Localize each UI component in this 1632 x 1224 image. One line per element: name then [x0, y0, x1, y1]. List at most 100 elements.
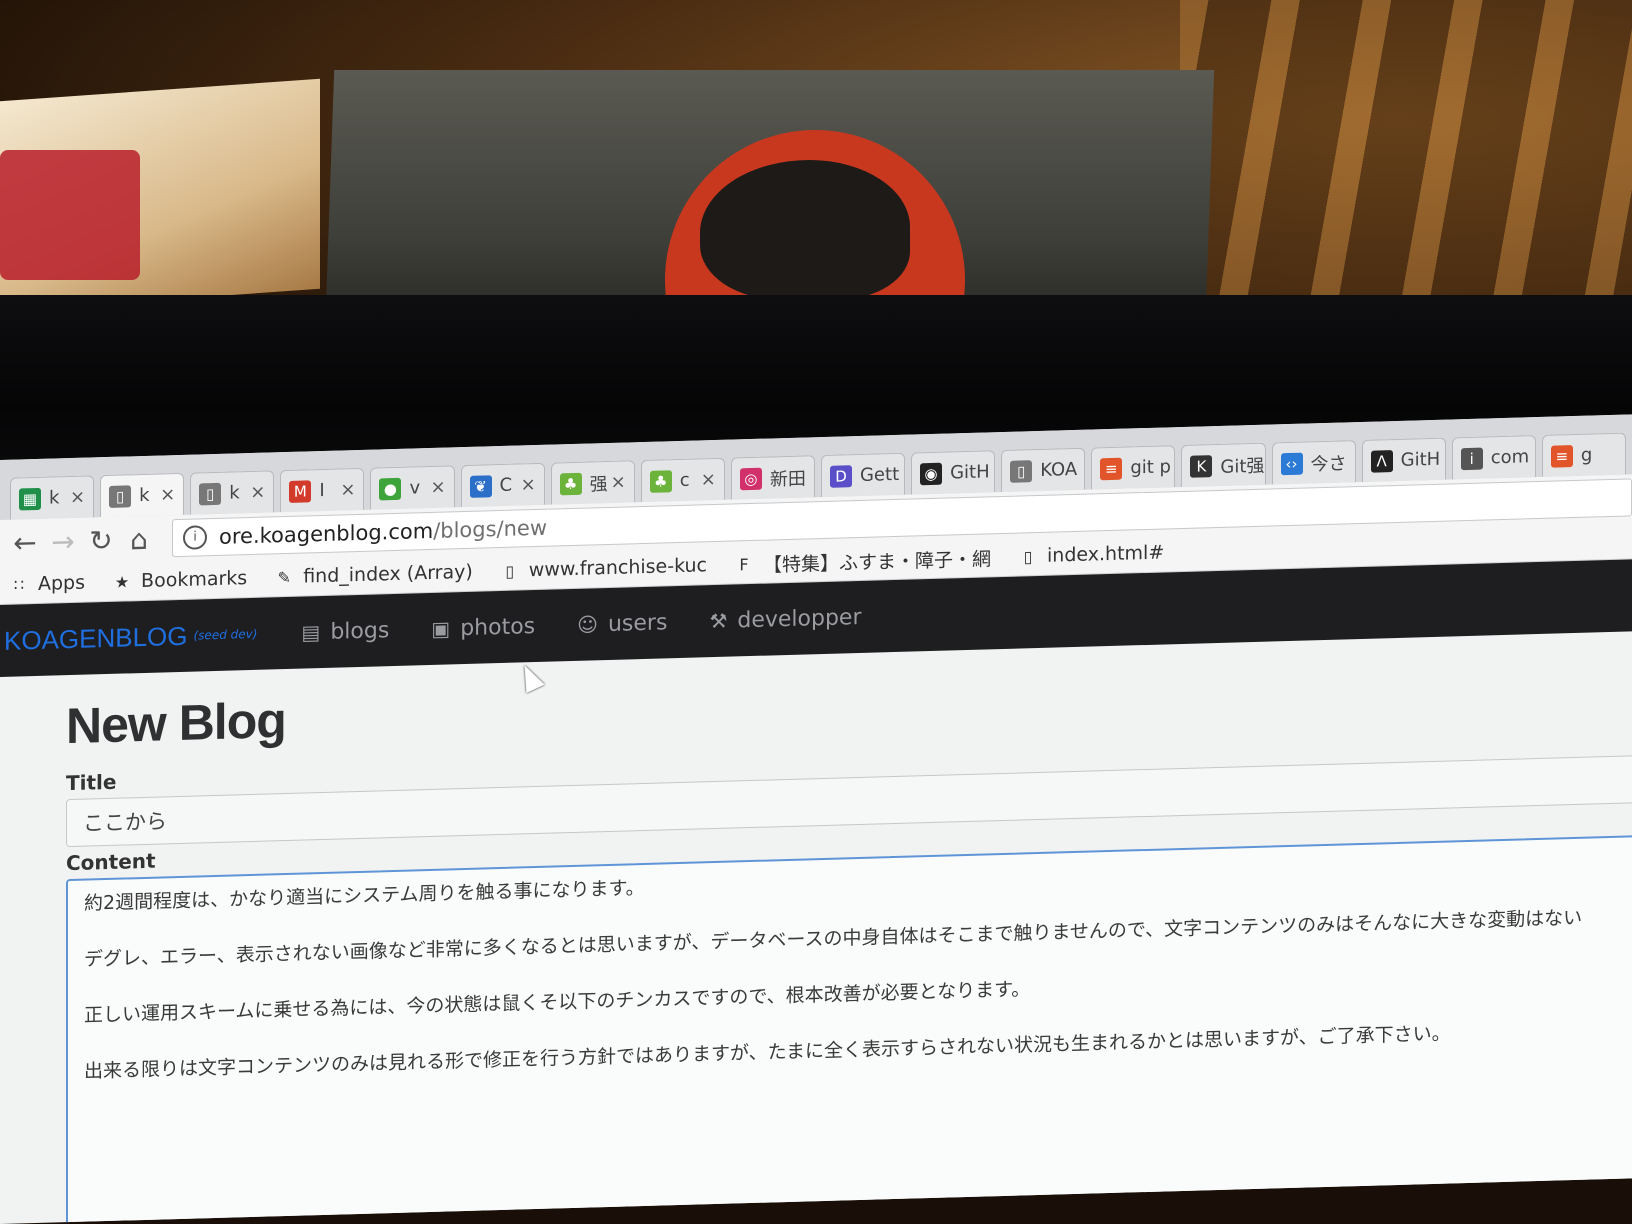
- tab-label: v: [409, 477, 421, 499]
- star-icon: ★: [114, 571, 130, 592]
- nav-developper[interactable]: ⚒ developper: [709, 604, 861, 633]
- page-icon: ▯: [1023, 546, 1033, 566]
- book-icon: ▤: [301, 620, 321, 645]
- url-path: /blogs/new: [433, 515, 548, 543]
- instagram-icon: ◎: [739, 467, 762, 490]
- bookmark-item[interactable]: ▯ index.html#: [1017, 541, 1165, 567]
- tab-close-icon[interactable]: ×: [160, 484, 175, 505]
- bookmark-label: www.franchise-kuc: [528, 554, 707, 582]
- site-brand-subtitle: (seed dev): [193, 626, 258, 643]
- bookmark-label: Apps: [38, 571, 86, 595]
- browser-tab[interactable]: ● v ×: [370, 465, 455, 510]
- browser-tab[interactable]: ▯ KOA: [1001, 447, 1086, 493]
- github-icon: ◉: [920, 462, 943, 485]
- tab-label: C: [499, 474, 513, 497]
- nav-label: blogs: [330, 617, 390, 645]
- bookmark-label: 【特集】ふすま・障子・網: [763, 547, 992, 577]
- tab-label: KOA: [1040, 458, 1078, 481]
- lambda-icon: Λ: [1370, 449, 1393, 473]
- tab-close-icon[interactable]: ×: [340, 479, 355, 500]
- tab-close-icon[interactable]: ×: [430, 477, 445, 498]
- tab-label: k: [139, 484, 150, 507]
- bookmark-label: find_index (Array): [303, 560, 473, 588]
- nav-blogs[interactable]: ▤ blogs: [301, 618, 389, 645]
- browser-tab[interactable]: ‹› 今さ: [1271, 440, 1356, 485]
- picture-icon: ▣: [431, 616, 451, 641]
- nav-links: ▤ blogs ▣ photos ☺ users ⚒ developper: [301, 603, 903, 645]
- android-icon: ♣: [559, 472, 582, 495]
- bookmark-label: index.html#: [1047, 541, 1165, 567]
- green-circle-icon: ●: [379, 477, 402, 500]
- tab-label: git p: [1130, 456, 1171, 479]
- browser-tab[interactable]: ▯ k ×: [190, 470, 275, 515]
- tab-close-icon[interactable]: ×: [701, 469, 716, 490]
- laptop-screen: ▦ k × ▯ k × ▯ k × M I × ● v × ❦ C × ♣ 强 × ♣ c × ◎ 新田 D Gett ◉ GitH ▯ KO…: [0, 414, 1632, 1224]
- browser-tab[interactable]: ❦ C ×: [460, 462, 545, 508]
- tab-label: 今さ: [1310, 452, 1347, 475]
- tab-close-icon[interactable]: ×: [611, 472, 626, 493]
- menu-card-sticker: [0, 150, 140, 280]
- content-line: デグレ、エラー、表示されない画像など非常に多くなるとは思いますが、データベースの…: [84, 906, 1583, 971]
- page-icon: ▯: [505, 561, 515, 581]
- stack-icon: ≡: [1100, 457, 1123, 480]
- bookmark-item[interactable]: ★ Bookmarks: [111, 567, 247, 593]
- bookmark-item[interactable]: ✎ find_index (Array): [273, 560, 473, 589]
- sheets-icon: ▦: [19, 487, 41, 510]
- tab-label: I: [319, 479, 325, 502]
- forward-button[interactable]: →: [44, 522, 82, 561]
- page-icon: ▯: [109, 484, 132, 508]
- page-icon: ▯: [199, 482, 222, 505]
- f-green-icon: F: [739, 554, 749, 574]
- d-icon: D: [829, 464, 852, 488]
- site-info-icon[interactable]: i: [183, 525, 207, 550]
- wrench-icon: ⚒: [709, 608, 728, 634]
- bookmark-item[interactable]: ∷ Apps: [8, 572, 85, 596]
- browser-tab[interactable]: i com: [1451, 435, 1536, 480]
- content-line: 出来る限りは文字コンテンツのみは見れる形で修正を行う方針ではありますが、たまに全…: [84, 1022, 1451, 1083]
- cafe-chairs: [1180, 0, 1632, 300]
- tab-label: c: [679, 469, 690, 492]
- url-host: ore.koagenblog.com: [219, 518, 434, 549]
- browser-tab[interactable]: Λ GitH: [1361, 437, 1446, 482]
- bird-icon: ❦: [469, 474, 492, 498]
- back-button[interactable]: ←: [6, 523, 44, 562]
- tab-close-icon[interactable]: ×: [250, 482, 265, 503]
- bookmark-item[interactable]: F 【特集】ふすま・障子・網: [733, 544, 991, 578]
- tab-label: GitH: [1400, 448, 1441, 471]
- tab-close-icon[interactable]: ×: [521, 474, 536, 495]
- tab-close-icon[interactable]: ×: [70, 487, 85, 508]
- tab-label: k: [229, 482, 240, 504]
- tab-label: 强: [589, 473, 608, 496]
- browser-tab[interactable]: ≡ g: [1541, 432, 1626, 477]
- reload-button[interactable]: ↻: [82, 521, 120, 560]
- stack-icon: ≡: [1550, 444, 1573, 468]
- home-button[interactable]: ⌂: [120, 520, 158, 559]
- nav-label: photos: [460, 613, 536, 641]
- browser-tab[interactable]: ≡ git p: [1091, 445, 1176, 490]
- browser-tab[interactable]: ♣ 强 ×: [550, 460, 635, 505]
- browser-tab[interactable]: ▯ k ×: [100, 472, 185, 518]
- browser-tab[interactable]: M I ×: [280, 467, 365, 513]
- kr-icon: K: [1190, 454, 1213, 478]
- bookmark-item[interactable]: ▯ www.franchise-kuc: [499, 554, 707, 582]
- site-brand[interactable]: KOAGENBLOG: [4, 620, 188, 656]
- content-line: 正しい運用スキームに乗せる為には、今の状態は鼠くそ以下のチンカスですので、根本改…: [84, 978, 1031, 1027]
- content-textarea[interactable]: 約2週間程度は、かなり適当にシステム周りを触る事になります。 デグレ、エラー、表…: [66, 834, 1632, 1224]
- main-content: New Blog Title Content 約2週間程度は、かなり適当にシステ…: [0, 631, 1632, 1224]
- nav-users[interactable]: ☺ users: [577, 610, 667, 638]
- ruby-pencil-icon: ✎: [277, 567, 291, 587]
- browser-tab[interactable]: ▦ k ×: [10, 475, 95, 520]
- page-icon: ▯: [1010, 459, 1033, 483]
- gmail-icon: M: [289, 479, 312, 503]
- nav-label: developper: [737, 604, 862, 633]
- tab-label: k: [49, 487, 60, 509]
- browser-tab[interactable]: ◉ GitH: [911, 450, 996, 495]
- browser-tab[interactable]: ♣ c ×: [640, 457, 725, 503]
- browser-tab[interactable]: K Git强: [1181, 442, 1266, 487]
- browser-tab[interactable]: ◎ 新田: [730, 455, 815, 500]
- tab-label: Git强: [1220, 455, 1265, 478]
- browser-tab[interactable]: D Gett: [820, 452, 906, 498]
- nav-photos[interactable]: ▣ photos: [431, 614, 535, 642]
- bookmark-label: Bookmarks: [141, 567, 248, 593]
- android-icon: ♣: [649, 469, 672, 493]
